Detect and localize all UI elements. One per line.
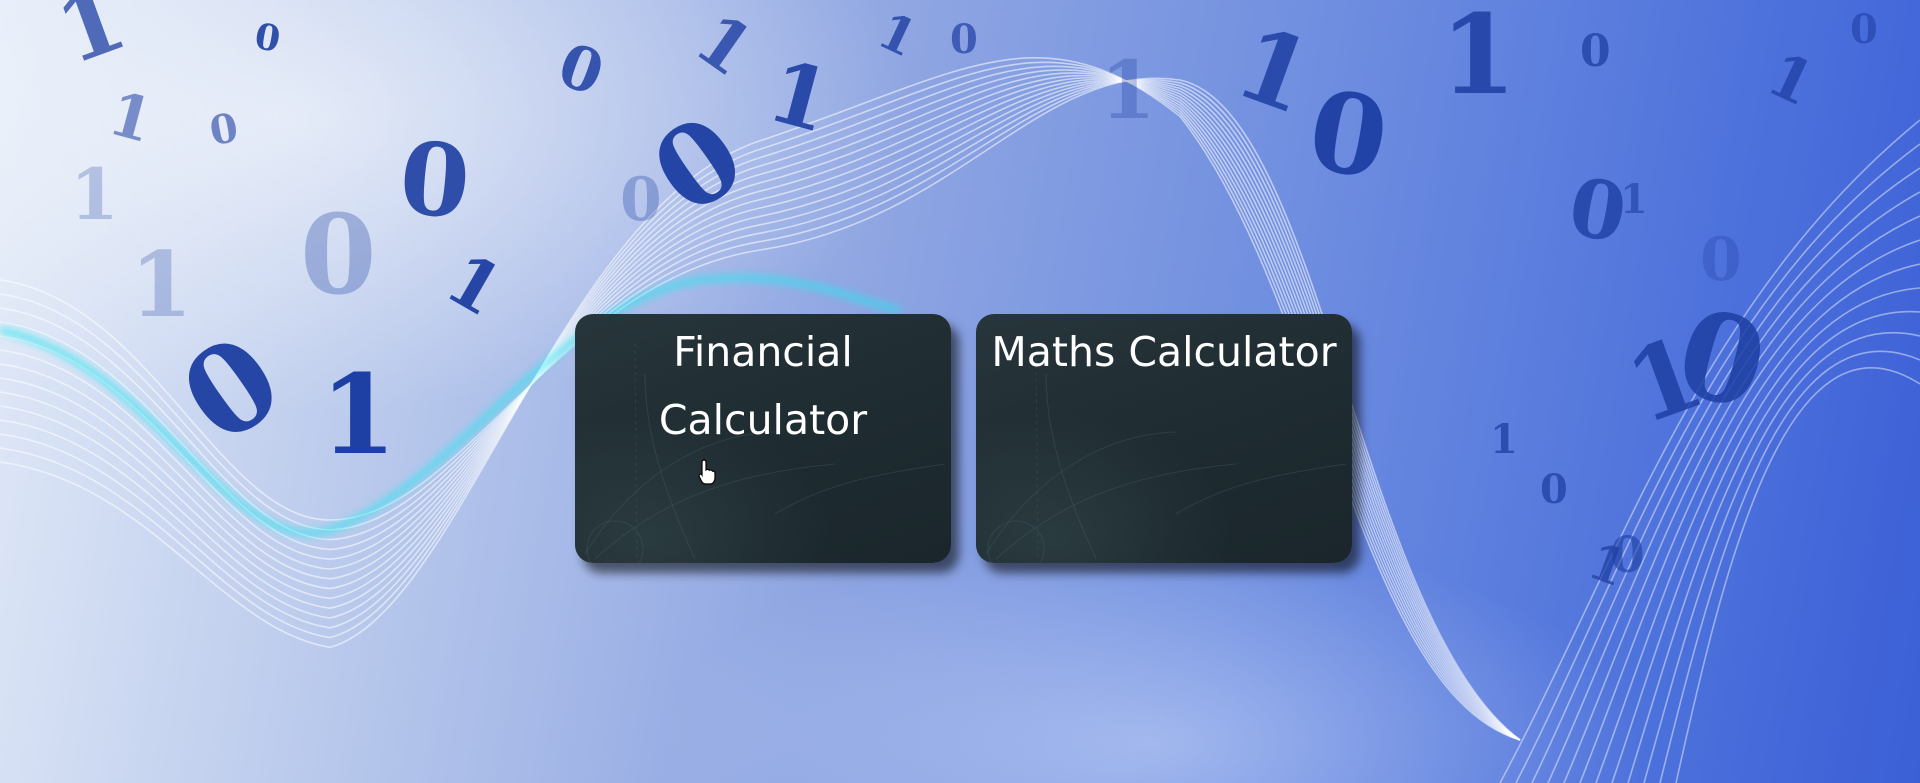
binary-digit: 0 [1850, 6, 1878, 53]
binary-digit: 0 [620, 165, 662, 235]
binary-digit: 0 [1610, 525, 1645, 584]
financial-calculator-tile[interactable]: Financial Calculator [575, 314, 951, 563]
binary-digit: 0 [300, 190, 377, 319]
maths-calculator-tile[interactable]: Maths Calculator [976, 314, 1352, 563]
binary-digit: 1 [1100, 43, 1156, 137]
tile-label: Maths Calculator [991, 328, 1337, 376]
binary-digit: 1 [1490, 416, 1518, 463]
binary-digit: 0 [1580, 26, 1611, 77]
tile-label: Financial Calculator [658, 328, 868, 444]
binary-digit: 1 [320, 350, 397, 479]
binary-digit: 1 [70, 153, 119, 236]
binary-digit: 0 [394, 118, 475, 242]
hand-pointer-cursor-icon [698, 459, 716, 485]
binary-digit: 0 [1700, 225, 1742, 295]
binary-digit: 1 [1440, 0, 1517, 119]
binary-digit: 0 [1540, 466, 1568, 513]
binary-digit: 1 [130, 232, 193, 338]
binary-digit: 1 [1620, 176, 1648, 223]
binary-digit: 0 [950, 16, 978, 63]
